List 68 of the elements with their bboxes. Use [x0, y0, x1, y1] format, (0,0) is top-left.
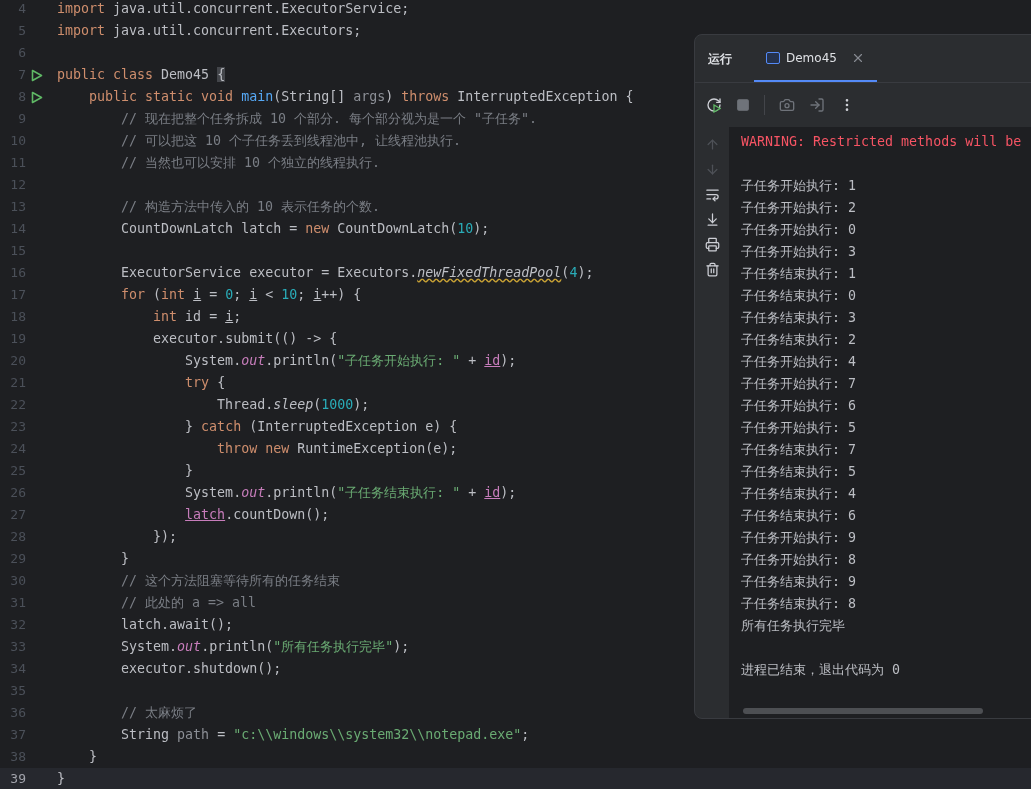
code-line: Thread.sleep(1000); [216, 396, 370, 415]
code-line: } [184, 462, 194, 481]
code-line: } [57, 770, 65, 789]
run-tab[interactable]: Demo45 [754, 35, 877, 82]
run-icon[interactable] [31, 68, 43, 82]
scrollbar[interactable] [743, 708, 983, 714]
warning-line: WARNING: Restricted methods will be [741, 133, 1022, 152]
code-line: // 可以把这 10 个子任务丢到线程池中, 让线程池执行. [120, 132, 462, 151]
code-line: System.out.println("子任务开始执行: " + id); [184, 352, 517, 371]
code-line: }); [152, 528, 178, 547]
code-line: String path = "c:\\windows\\system32\\notepad.exe"; [120, 726, 530, 745]
soft-wrap-icon[interactable] [704, 187, 720, 202]
code-line: import java.util.concurrent.ExecutorService; [57, 0, 410, 19]
console-line: 子任务结束执行: 3 [741, 309, 857, 328]
rerun-icon[interactable] [706, 97, 722, 113]
panel-title: 运行 [708, 50, 732, 68]
code-line: try { [184, 374, 226, 393]
console-line: 子任务结束执行: 7 [741, 441, 857, 460]
code-line: latch.await(); [120, 616, 234, 635]
console-line: 子任务开始执行: 1 [741, 177, 857, 196]
code-line: executor.shutdown(); [120, 660, 282, 679]
console-line: 子任务开始执行: 6 [741, 397, 857, 416]
code-line: System.out.println("所有任务执行完毕"); [120, 638, 410, 657]
console-line: 子任务结束执行: 0 [741, 287, 857, 306]
console-line: 子任务结束执行: 4 [741, 485, 857, 504]
console-line: 子任务开始执行: 0 [741, 221, 857, 240]
console-line: 子任务开始执行: 2 [741, 199, 857, 218]
console-line: 子任务开始执行: 4 [741, 353, 857, 372]
console-icon [766, 51, 780, 64]
camera-icon[interactable] [779, 97, 795, 113]
console-line: 子任务结束执行: 8 [741, 595, 857, 614]
trash-icon[interactable] [704, 262, 720, 277]
code-line: // 这个方法阻塞等待所有的任务结束 [120, 572, 341, 591]
code-line: } [88, 748, 98, 767]
stop-icon[interactable] [736, 98, 750, 112]
console-line: 子任务结束执行: 2 [741, 331, 857, 350]
code-line: // 此处的 a => all [120, 594, 257, 613]
code-line: } [120, 550, 130, 569]
code-line: // 太麻烦了 [120, 704, 198, 723]
print-icon[interactable] [704, 237, 720, 252]
code-line: for (int i = 0; i < 10; i++) { [120, 286, 362, 305]
console-line: 子任务结束执行: 6 [741, 507, 857, 526]
console-line: 子任务结束执行: 5 [741, 463, 857, 482]
console-line: 子任务开始执行: 8 [741, 551, 857, 570]
code-line: ExecutorService executor = Executors.newFixedThreadPool(4); [120, 264, 594, 283]
console-line: 子任务结束执行: 1 [741, 265, 857, 284]
code-line: // 构造方法中传入的 10 表示任务的个数. [120, 198, 381, 217]
enter-icon[interactable] [809, 97, 825, 113]
code-line: public class Demo45 { [57, 66, 226, 85]
console-line: 子任务开始执行: 5 [741, 419, 857, 438]
line-number: 39 [10, 771, 26, 787]
code-line: int id = i; [152, 308, 242, 327]
code-line: CountDownLatch latch = new CountDownLatch(10); [120, 220, 490, 239]
console-line: 子任务开始执行: 3 [741, 243, 857, 262]
code-line: // 当然也可以安排 10 个独立的线程执行. [120, 154, 381, 173]
code-line: public static void main(String[] args) throws InterruptedException { [88, 88, 634, 107]
code-line: System.out.println("子任务结束执行: " + id); [184, 484, 517, 503]
code-line: executor.submit(() -> { [152, 330, 338, 349]
console-line: 子任务开始执行: 9 [741, 529, 857, 548]
run-icon[interactable] [31, 90, 43, 104]
code-line: } catch (InterruptedException e) { [184, 418, 458, 437]
code-line: import java.util.concurrent.Executors; [57, 22, 362, 41]
code-line: latch.countDown(); [184, 506, 330, 525]
console-line: 子任务结束执行: 9 [741, 573, 857, 592]
console-line: 子任务开始执行: 7 [741, 375, 857, 394]
console-line: 进程已结束，退出代码为 0 [741, 661, 900, 680]
console-line: 所有任务执行完毕 [741, 617, 845, 636]
code-line: throw new RuntimeException(e); [216, 440, 458, 459]
